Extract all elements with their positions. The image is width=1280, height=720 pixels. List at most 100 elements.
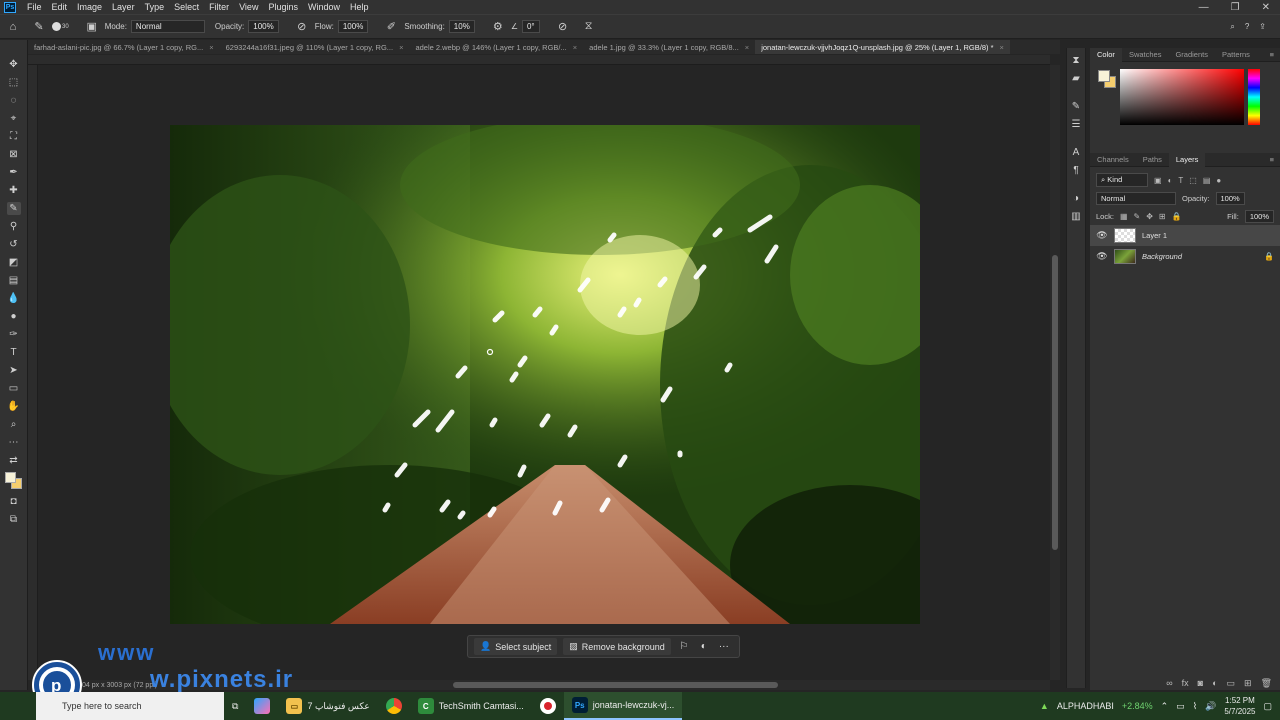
menu-file[interactable]: File — [22, 2, 47, 12]
horizontal-ruler[interactable] — [28, 55, 1050, 65]
default-colors-icon[interactable]: ⇄ — [7, 454, 21, 467]
zoom-tool-icon[interactable]: ⌕ — [7, 418, 21, 431]
brush-settings-panel-icon[interactable]: ✎ — [1069, 100, 1083, 112]
panel-menu-icon[interactable]: ≡ — [1270, 50, 1280, 59]
brush-tool-icon[interactable]: ✎ — [32, 20, 46, 34]
tab-gradients[interactable]: Gradients — [1168, 48, 1215, 62]
layer-name[interactable]: Layer 1 — [1142, 231, 1167, 240]
edit-toolbar-icon[interactable]: ⋯ — [7, 436, 21, 449]
home-icon[interactable]: ⌂ — [6, 20, 20, 34]
close-icon[interactable]: × — [573, 43, 577, 52]
horizontal-scrollbar-thumb[interactable] — [453, 682, 778, 688]
search-icon[interactable]: ⌕ — [1230, 22, 1234, 32]
brush-preset-picker[interactable]: 30 — [52, 22, 69, 31]
tab-channels[interactable]: Channels — [1090, 153, 1136, 167]
clock[interactable]: 1:52 PM 5/7/2025 — [1224, 695, 1255, 717]
layer-name[interactable]: Background — [1142, 252, 1182, 261]
airbrush-icon[interactable]: ✐ — [384, 20, 398, 34]
layer-row[interactable]: 👁 Layer 1 — [1090, 225, 1280, 246]
menu-filter[interactable]: Filter — [204, 2, 234, 12]
filter-kind-select[interactable]: ⌕ Kind — [1096, 173, 1148, 187]
tab-swatches[interactable]: Swatches — [1122, 48, 1169, 62]
clone-stamp-tool-icon[interactable]: ⚲ — [7, 220, 21, 233]
filter-shape-icon[interactable]: ⬚ — [1189, 176, 1197, 185]
history-brush-tool-icon[interactable]: ↺ — [7, 238, 21, 251]
tab-paths[interactable]: Paths — [1136, 153, 1169, 167]
lock-transparent-icon[interactable]: ▦ — [1120, 212, 1128, 221]
delete-layer-icon[interactable]: 🗑 — [1261, 678, 1272, 689]
eraser-tool-icon[interactable]: ◩ — [7, 256, 21, 269]
filter-toggle-icon[interactable]: ● — [1216, 176, 1221, 185]
opacity-field[interactable]: 100% — [248, 20, 279, 33]
menu-window[interactable]: Window — [303, 2, 345, 12]
angle-field[interactable]: 0° — [521, 20, 540, 33]
menu-select[interactable]: Select — [169, 2, 204, 12]
notifications-icon[interactable]: ▢ — [1263, 701, 1272, 712]
blend-mode-select[interactable]: Normal — [1096, 191, 1176, 205]
copilot-icon[interactable] — [246, 692, 278, 720]
symmetry-icon[interactable]: ⧖ — [582, 20, 596, 34]
filter-smart-object-icon[interactable]: ▤ — [1203, 176, 1211, 185]
lock-image-icon[interactable]: ✎ — [1134, 212, 1141, 221]
adjust-icon[interactable]: ◐ — [697, 641, 711, 652]
close-icon[interactable]: × — [745, 43, 749, 52]
filter-pixel-icon[interactable]: ▣ — [1154, 176, 1162, 185]
restore-button[interactable]: ❐ — [1231, 2, 1240, 13]
screen-mode-icon[interactable]: ⧉ — [7, 513, 21, 526]
tab-layers[interactable]: Layers — [1168, 152, 1206, 167]
doc-tab[interactable]: farhad-aslani-pic.jpg @ 66.7% (Layer 1 c… — [28, 40, 220, 54]
close-icon[interactable]: × — [399, 43, 403, 52]
network-icon[interactable]: ⌇ — [1193, 701, 1197, 712]
menu-help[interactable]: Help — [345, 2, 374, 12]
color-swatches[interactable] — [4, 472, 22, 490]
taskbar-search[interactable]: Type here to search — [36, 692, 224, 720]
panel-menu-icon[interactable]: ≡ — [1270, 155, 1280, 164]
flow-field[interactable]: 100% — [337, 20, 369, 33]
doc-tab[interactable]: adele 1.jpg @ 33.3% (Layer 1 copy, RGB/8… — [583, 40, 755, 54]
layer-row[interactable]: 👁 Background 🔒 — [1090, 246, 1280, 267]
path-selection-tool-icon[interactable]: ➤ — [7, 364, 21, 377]
select-subject-button[interactable]: 👤 Select subject — [474, 638, 558, 655]
menu-plugins[interactable]: Plugins — [263, 2, 303, 12]
character-panel-icon[interactable]: A — [1069, 146, 1083, 158]
color-field[interactable] — [1120, 69, 1244, 125]
minimize-button[interactable]: — — [1199, 2, 1209, 13]
comments-icon[interactable]: ▰ — [1069, 72, 1083, 84]
pen-tool-icon[interactable]: ✑ — [7, 328, 21, 341]
chrome-icon[interactable] — [378, 692, 410, 720]
libraries-icon[interactable]: ▥ — [1069, 210, 1083, 222]
record-icon[interactable] — [532, 692, 564, 720]
type-tool-icon[interactable]: T — [7, 346, 21, 359]
close-icon[interactable]: × — [1000, 43, 1004, 52]
close-icon[interactable]: × — [209, 43, 213, 52]
foreground-color-swatch[interactable] — [1098, 70, 1110, 82]
pin-icon[interactable]: ⚐ — [677, 641, 691, 652]
pressure-opacity-icon[interactable]: ⊘ — [295, 20, 309, 34]
eyedropper-tool-icon[interactable]: ✒ — [7, 166, 21, 179]
smoothing-settings-gear-icon[interactable]: ⚙ — [491, 20, 505, 34]
add-mask-icon[interactable]: ◙ — [1198, 678, 1203, 688]
adjustment-layer-icon[interactable]: ◐ — [1212, 678, 1217, 688]
more-options-icon[interactable]: ··· — [717, 641, 731, 652]
hand-tool-icon[interactable]: ✋ — [7, 400, 21, 413]
remove-background-button[interactable]: ▨ Remove background — [563, 638, 671, 655]
link-layers-icon[interactable]: ∞ — [1166, 678, 1172, 688]
menu-layer[interactable]: Layer — [107, 2, 140, 12]
gradient-tool-icon[interactable]: ▤ — [7, 274, 21, 287]
menu-view[interactable]: View — [234, 2, 263, 12]
lock-position-icon[interactable]: ✥ — [1146, 212, 1153, 221]
menu-type[interactable]: Type — [140, 2, 170, 12]
marquee-tool-icon[interactable]: ⬚ — [7, 76, 21, 89]
tab-color[interactable]: Color — [1090, 47, 1122, 62]
lock-all-icon[interactable]: 🔒 — [1172, 212, 1182, 221]
stock-name[interactable]: ALPHADHABI — [1057, 701, 1114, 711]
paragraph-panel-icon[interactable]: ¶ — [1069, 164, 1083, 176]
vertical-ruler[interactable] — [28, 65, 38, 680]
object-selection-tool-icon[interactable]: ⌖ — [7, 112, 21, 125]
adjustments-sliders-icon[interactable]: ☰ — [1069, 118, 1083, 130]
task-view-icon[interactable]: ⧉ — [224, 692, 246, 720]
mode-select[interactable]: Normal — [130, 20, 205, 33]
doc-tab-active[interactable]: jonatan-lewczuk-vjjvhJoqz1Q-unsplash.jpg… — [755, 40, 1010, 54]
frame-tool-icon[interactable]: ⊠ — [7, 148, 21, 161]
healing-brush-tool-icon[interactable]: ✚ — [7, 184, 21, 197]
